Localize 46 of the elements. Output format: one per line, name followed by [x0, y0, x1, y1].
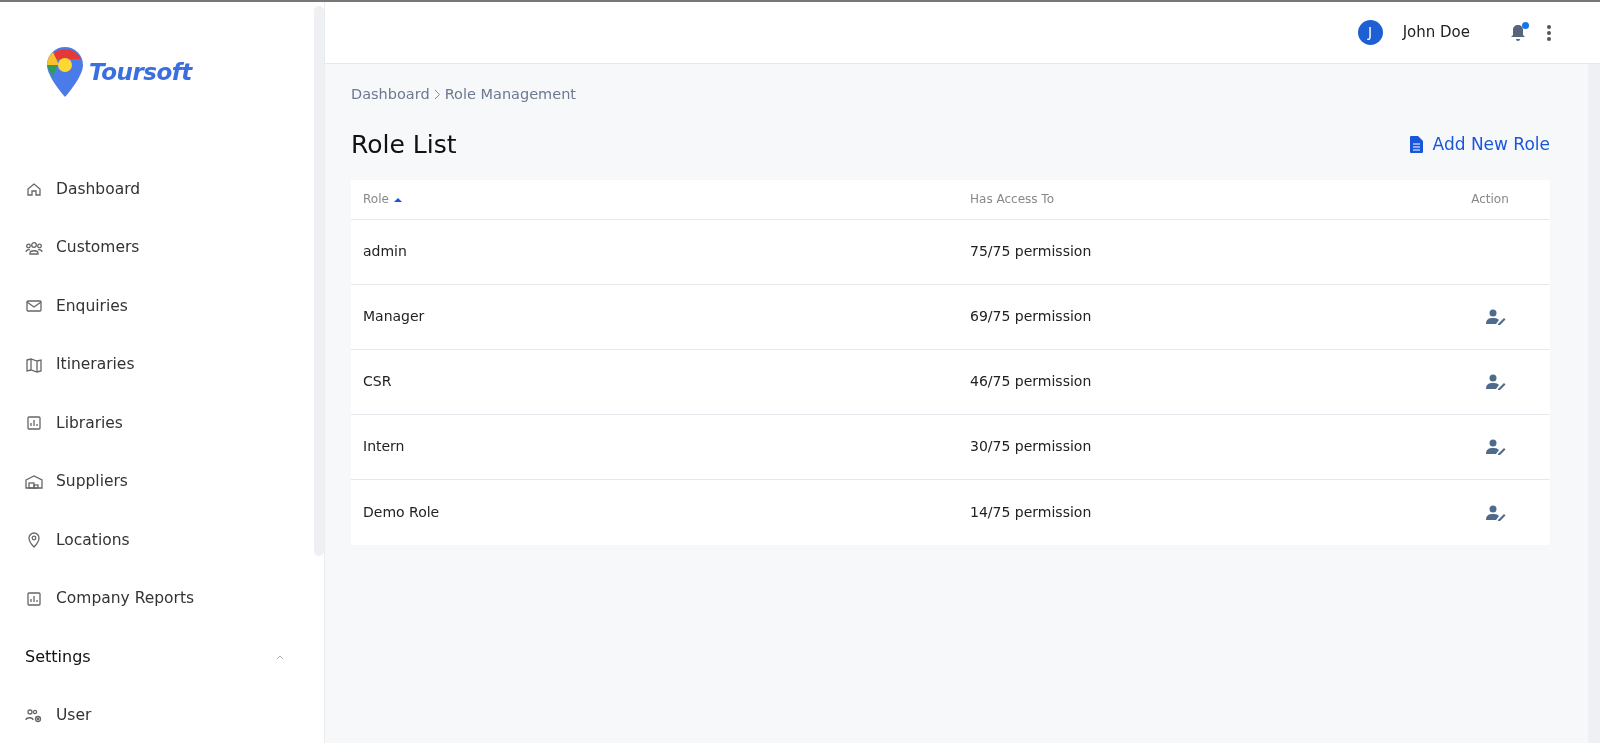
- sidebar-item[interactable]: Locations: [25, 511, 314, 570]
- document-icon: [1409, 136, 1423, 154]
- sidebar-item[interactable]: Customers: [25, 218, 314, 277]
- user-name[interactable]: John Doe: [1402, 21, 1470, 44]
- location-pin-icon: [25, 531, 43, 550]
- role-name: Manager: [362, 307, 426, 327]
- chevron-right-icon: [433, 89, 441, 101]
- chart-icon: [25, 414, 43, 433]
- edit-user-icon[interactable]: [1486, 374, 1506, 391]
- access-count: 75/75 permission: [969, 242, 1093, 262]
- sidebar-item[interactable]: Enquiries: [25, 277, 314, 336]
- sidebar-item[interactable]: User: [25, 686, 314, 743]
- column-header[interactable]: Has Access To: [958, 190, 1430, 209]
- user-avatar[interactable]: J: [1357, 20, 1383, 45]
- more-icon[interactable]: [1546, 23, 1552, 42]
- scrollbar[interactable]: [1588, 64, 1600, 743]
- chart-icon: [25, 589, 43, 608]
- brand-name: Toursoft: [89, 57, 192, 87]
- page-title: Role List: [351, 129, 457, 160]
- access-count: 14/75 permission: [969, 502, 1093, 522]
- logo-pin-icon: [45, 45, 85, 99]
- role-name: Intern: [362, 437, 406, 457]
- role-name: Demo Role: [362, 502, 441, 522]
- edit-user-icon[interactable]: [1486, 439, 1506, 456]
- column-header[interactable]: Action: [1430, 190, 1550, 209]
- edit-user-icon[interactable]: [1486, 504, 1506, 521]
- sidebar-item[interactable]: Suppliers: [25, 452, 314, 511]
- bell-icon[interactable]: [1510, 23, 1526, 42]
- access-count: 69/75 permission: [969, 307, 1093, 327]
- column-header[interactable]: Role: [351, 190, 958, 209]
- access-count: 30/75 permission: [969, 437, 1093, 457]
- sidebar-item[interactable]: Dashboard: [25, 160, 314, 219]
- map-icon: [25, 355, 43, 374]
- access-count: 46/75 permission: [969, 372, 1093, 392]
- sidebar-item[interactable]: Company Reports: [25, 569, 314, 628]
- add-role-button[interactable]: Add New Role: [1409, 132, 1550, 158]
- sidebar-section-title[interactable]: Settings: [25, 645, 91, 670]
- role-name: admin: [362, 242, 408, 262]
- sidebar-item[interactable]: Itineraries: [25, 335, 314, 394]
- sidebar-item[interactable]: Libraries: [25, 394, 314, 453]
- edit-user-icon[interactable]: [1486, 309, 1506, 326]
- role-name: CSR: [362, 372, 393, 392]
- user-gear-icon: [25, 706, 43, 725]
- scrollbar[interactable]: [314, 6, 324, 556]
- breadcrumb-current: Role Management: [444, 85, 577, 104]
- breadcrumb-link[interactable]: Dashboard: [351, 84, 430, 106]
